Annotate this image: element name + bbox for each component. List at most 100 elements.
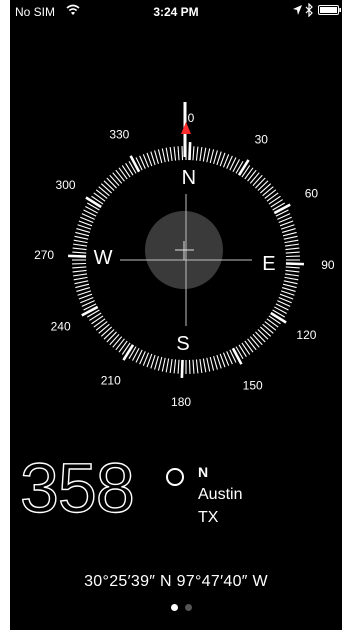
tick-mark: [284, 243, 299, 247]
tick-mark: [241, 342, 251, 355]
tick-mark: [93, 192, 106, 202]
tick-mark: [68, 254, 87, 258]
tick-mark: [270, 199, 283, 208]
bluetooth-icon: [305, 3, 313, 17]
battery-icon: [318, 5, 341, 15]
tick-mark: [95, 189, 108, 199]
tick-mark: [169, 358, 173, 373]
degree-label: 30: [255, 133, 269, 147]
tick-mark: [202, 147, 207, 162]
tick-mark: [165, 358, 170, 373]
tick-mark: [284, 276, 299, 281]
tick-mark: [285, 266, 300, 269]
tick-mark: [247, 338, 257, 351]
tick-mark: [192, 359, 195, 374]
location-state: TX: [198, 509, 219, 526]
tick-mark: [100, 183, 113, 194]
tick-mark: [285, 251, 300, 254]
tick-mark: [280, 224, 295, 230]
tick-mark: [199, 147, 203, 162]
tick-mark: [262, 186, 274, 197]
tick-mark: [209, 149, 215, 164]
tick-mark: [74, 235, 89, 240]
tick-mark: [76, 228, 91, 233]
degree-label: 90: [321, 258, 335, 272]
tick-mark: [213, 150, 218, 165]
tick-mark: [95, 321, 108, 331]
compass-dial[interactable]: 0 30 60 90 120 150 180 210 240 270 300 330 N E S W: [10, 90, 342, 450]
tick-mark: [255, 331, 266, 343]
tick-mark: [249, 172, 260, 184]
tick-mark: [264, 321, 277, 331]
tick-mark: [237, 159, 250, 176]
tick-mark: [85, 196, 102, 209]
cardinal-label: N: [182, 167, 196, 189]
tick-mark: [268, 195, 281, 205]
page-dot[interactable]: [171, 604, 178, 611]
tick-mark: [192, 146, 195, 161]
tick-mark: [273, 203, 291, 215]
tick-mark: [118, 167, 128, 180]
tick-mark: [285, 262, 304, 266]
tick-mark: [188, 142, 192, 161]
tick-mark: [157, 356, 163, 371]
tick-mark: [281, 228, 296, 233]
tick-mark: [202, 358, 207, 373]
tick-mark: [89, 312, 102, 321]
tick-mark: [112, 336, 123, 348]
tick-mark: [150, 151, 156, 166]
tick-mark: [270, 311, 287, 324]
tick-mark: [157, 149, 163, 164]
degree-label: 150: [243, 378, 263, 392]
tick-mark: [180, 359, 184, 378]
tick-mark: [165, 147, 170, 162]
tick-mark: [282, 231, 297, 237]
tick-mark: [281, 287, 296, 292]
tick-mark: [75, 231, 90, 237]
tick-mark: [173, 146, 177, 161]
tick-mark: [285, 269, 300, 273]
tick-mark: [73, 239, 88, 244]
compass-screen: No SIM 3:24 PM 0 30 60 90 120 150 180 210 240 270…: [10, 0, 342, 630]
tick-mark: [177, 359, 180, 374]
tick-mark: [72, 269, 87, 273]
status-bar: No SIM 3:24 PM: [10, 0, 342, 22]
tick-mark: [252, 174, 263, 187]
tick-mark: [73, 243, 88, 247]
page-dot[interactable]: [185, 604, 192, 611]
tick-mark: [98, 323, 110, 334]
cardinal-label: E: [262, 253, 275, 275]
gps-coordinates: 30°25′39″ N 97°47′40″ W: [84, 573, 268, 590]
tick-mark: [259, 183, 272, 194]
tick-mark: [112, 172, 123, 184]
tick-mark: [129, 155, 141, 173]
tick-mark: [150, 354, 156, 369]
tick-mark: [283, 280, 298, 285]
tick-mark: [73, 276, 88, 281]
tick-mark: [255, 177, 266, 189]
tick-mark: [216, 151, 222, 166]
tick-mark: [266, 192, 279, 202]
tick-mark: [154, 355, 159, 370]
tick-mark: [257, 180, 269, 191]
tick-mark: [98, 186, 110, 197]
degree-label: 330: [109, 128, 129, 142]
tick-mark: [77, 224, 92, 230]
tick-mark: [262, 323, 274, 334]
tick-mark: [118, 340, 128, 353]
tick-mark: [169, 147, 173, 162]
degree-label: 300: [56, 178, 76, 192]
tick-mark: [73, 273, 88, 277]
tick-mark: [264, 189, 277, 199]
tick-mark: [106, 331, 117, 343]
tick-mark: [103, 329, 115, 340]
degree-label: 120: [296, 328, 316, 342]
page-indicator[interactable]: [171, 604, 201, 612]
tick-mark: [195, 146, 199, 161]
tick-mark: [93, 318, 106, 328]
tick-mark: [77, 290, 92, 296]
tick-mark: [76, 287, 91, 292]
tick-mark: [109, 174, 120, 187]
degree-label: 0: [188, 111, 195, 125]
tick-mark: [115, 169, 125, 182]
